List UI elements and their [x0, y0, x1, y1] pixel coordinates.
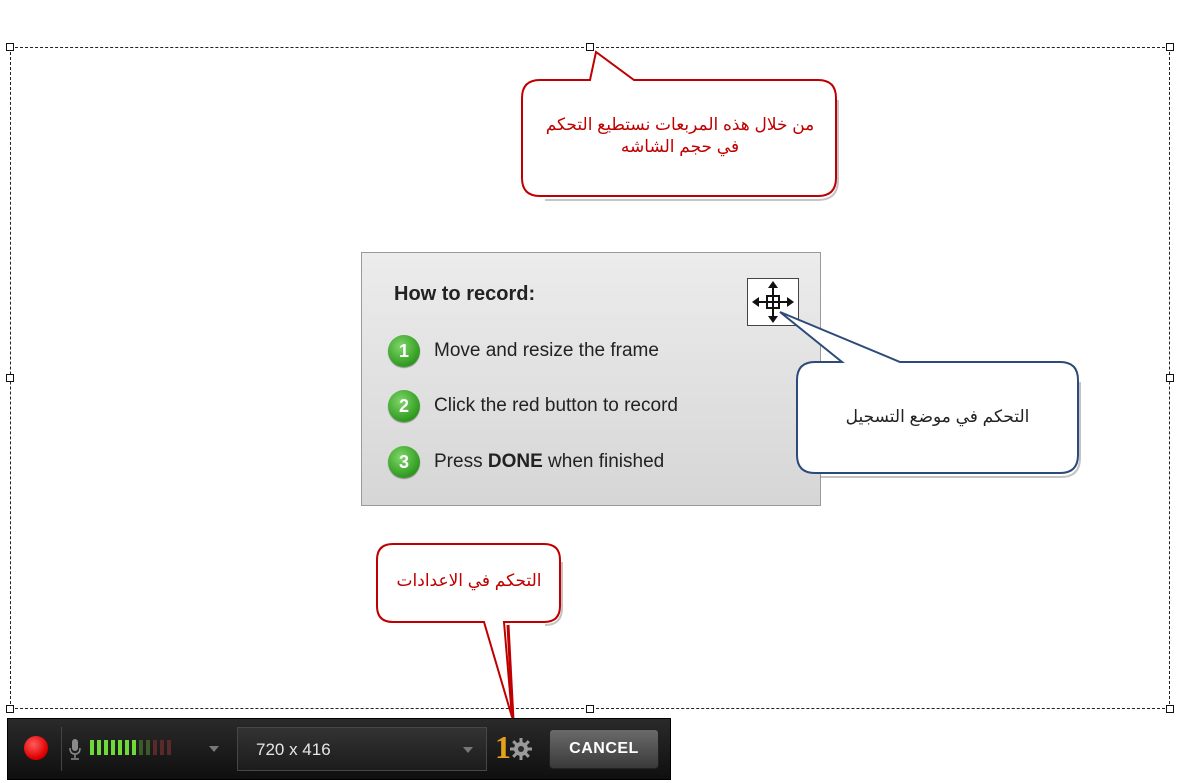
level-bar — [146, 740, 150, 755]
level-bar — [104, 740, 108, 755]
gear-icon — [510, 738, 532, 760]
size-dropdown-caret-icon — [463, 747, 473, 753]
level-bar — [132, 740, 136, 755]
level-bar — [167, 740, 171, 755]
record-dot-icon[interactable] — [24, 736, 48, 760]
level-bar — [118, 740, 122, 755]
recorder-toolbar: 720 x 416 1 CANCEL — [7, 718, 671, 780]
level-bar — [139, 740, 143, 755]
level-bar — [97, 740, 101, 755]
microphone-icon[interactable] — [68, 738, 82, 760]
settings-button[interactable]: 1 — [487, 725, 543, 773]
level-bar — [111, 740, 115, 755]
move-callout-shape — [779, 311, 1079, 474]
move-callout-text: التحكم في موضع التسجيل — [845, 407, 1030, 426]
toolbar-divider — [61, 727, 62, 771]
mic-level-meter — [90, 740, 171, 755]
level-bar — [90, 740, 94, 755]
resize-callout-text: من خلال هذه المربعات نستطيع التحكم في حج… — [545, 115, 815, 156]
settings-callout-text: التحكم في الاعدادات — [396, 571, 542, 590]
level-bar — [125, 740, 129, 755]
level-bar — [160, 740, 164, 755]
frame-size-dropdown[interactable]: 720 x 416 — [237, 727, 487, 771]
frame-size-value: 720 x 416 — [256, 740, 331, 759]
cancel-button[interactable]: CANCEL — [549, 729, 659, 769]
level-bar — [153, 740, 157, 755]
mic-dropdown-caret-icon[interactable] — [209, 746, 219, 752]
